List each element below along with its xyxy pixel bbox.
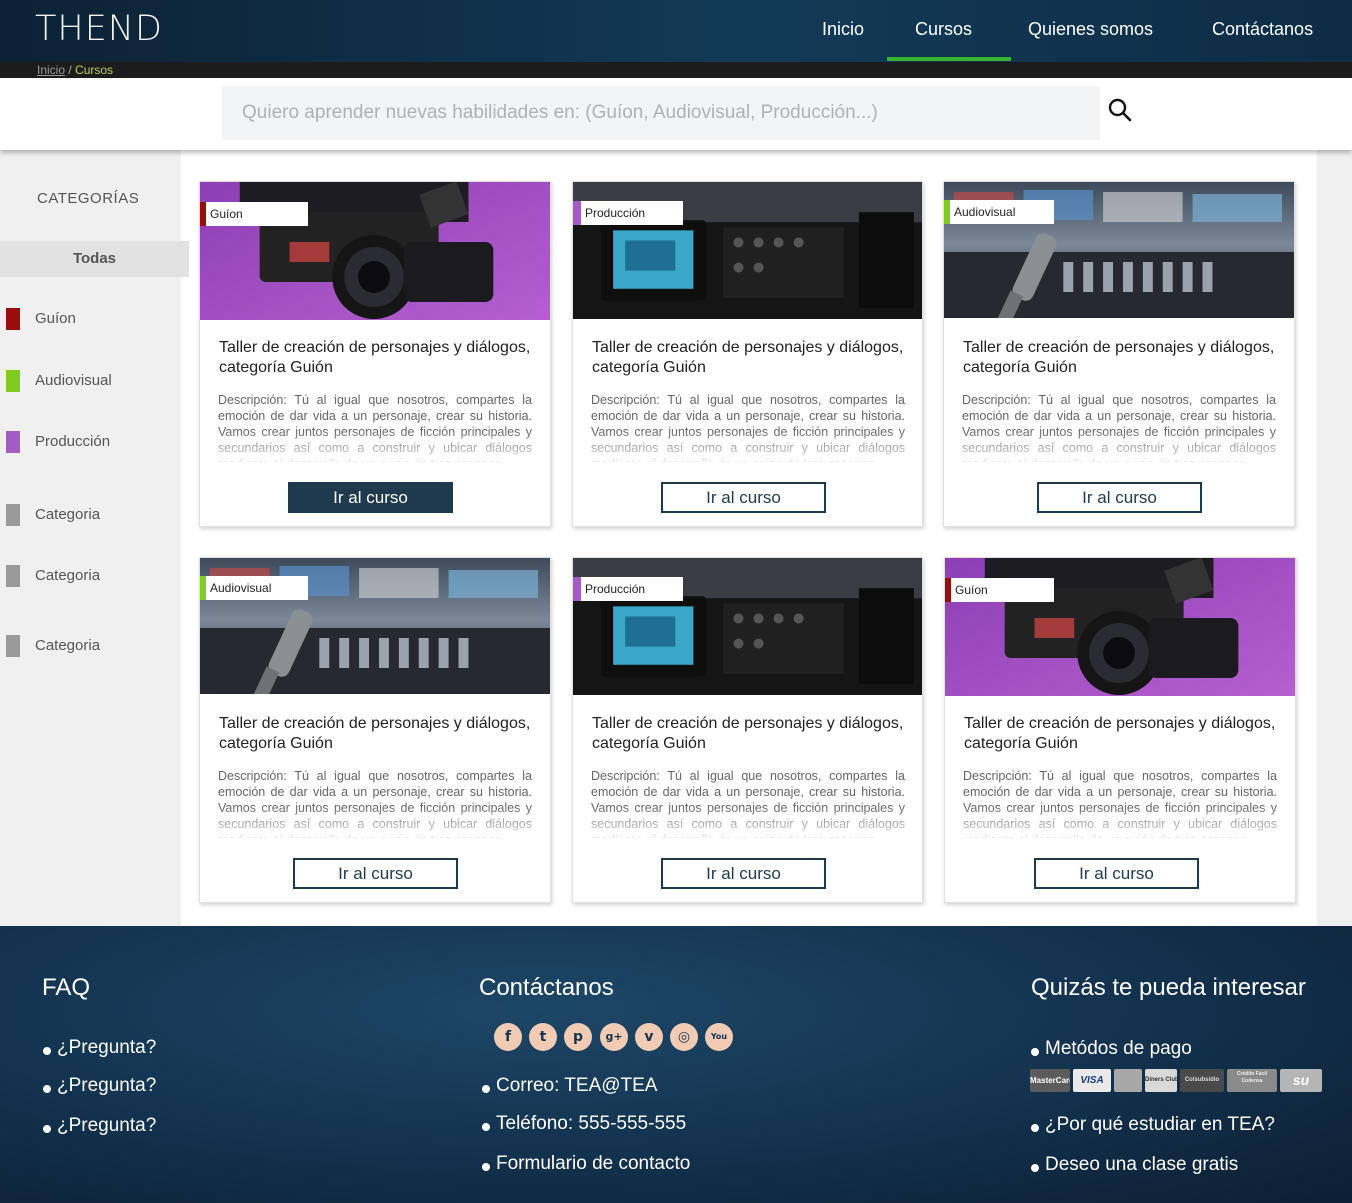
active-nav-indicator [887, 57, 1011, 61]
right-margin [1317, 150, 1352, 926]
faq-item[interactable]: ¿Pregunta? [42, 1115, 156, 1137]
faq-title: FAQ [42, 974, 91, 1001]
category-color [6, 370, 20, 392]
why-study-link[interactable]: ¿Por qué estudiar en TEA? [1031, 1114, 1275, 1136]
free-class-link[interactable]: Deseo una clase gratis [1030, 1154, 1238, 1176]
breadcrumb: Inicio / Cursos [37, 63, 113, 77]
course-description: Descripción: Tú al igual que nosotros, c… [591, 769, 905, 838]
tag-color [573, 577, 581, 601]
nav-quienes-somos[interactable]: Quienes somos [1028, 19, 1153, 40]
course-description: Descripción: Tú al igual que nosotros, c… [962, 393, 1276, 462]
nav-inicio[interactable]: Inicio [822, 19, 864, 40]
tag-color [945, 578, 951, 602]
search-bar [0, 78, 1352, 150]
vimeo-icon[interactable]: v [635, 1023, 663, 1051]
payment-methods-link[interactable]: Metódos de pago [1031, 1038, 1192, 1060]
twitter-icon[interactable]: t [529, 1023, 557, 1051]
tag-color [200, 202, 206, 226]
tag-label: Producción [585, 206, 646, 220]
tag-label: Guíon [955, 583, 988, 597]
pinterest-icon[interactable]: p [564, 1023, 592, 1051]
mastercard-logo: MasterCard [1030, 1069, 1070, 1092]
category-color [6, 431, 20, 453]
category-color [6, 504, 20, 526]
codensa-logo: Crédito Fácil Codensa [1227, 1069, 1277, 1092]
go-to-course-button[interactable]: Ir al curso [1034, 858, 1199, 889]
breadcrumb-home[interactable]: Inicio [37, 63, 65, 77]
go-to-course-button[interactable]: Ir al curso [1037, 482, 1202, 513]
payment-logos: MasterCard VISA Diners Club Colsubsidio … [1030, 1069, 1324, 1093]
facebook-icon[interactable]: f [494, 1023, 522, 1051]
nav-cursos[interactable]: Cursos [915, 19, 972, 40]
category-label: Audiovisual [35, 372, 112, 389]
contact-title: Contáctanos [479, 974, 614, 1001]
visa-logo: VISA [1073, 1069, 1111, 1092]
course-card: Guíon Taller de creación de personajes y… [944, 557, 1296, 903]
interest-title: Quizás te pueda interesar [1031, 974, 1306, 1001]
category-tag: Audiovisual [944, 200, 1054, 224]
faq-item[interactable]: ¿Pregunta? [42, 1037, 156, 1059]
category-tag: Producción [573, 201, 683, 225]
contact-form-link[interactable]: Formulario de contacto [481, 1153, 690, 1175]
course-card: Audiovisual Taller de creación de person… [943, 181, 1295, 527]
course-description: Descripción: Tú al igual que nosotros, c… [591, 393, 905, 462]
category-label: Categoria [35, 637, 101, 654]
course-title: Taller de creación de personajes y diálo… [219, 715, 531, 752]
contact-email[interactable]: Correo: TEA@TEA [481, 1075, 657, 1097]
colsubsidio-logo: Colsubsidio [1180, 1069, 1224, 1092]
search-icon[interactable] [1107, 97, 1133, 123]
category-color [6, 308, 20, 330]
course-description: Descripción: Tú al igual que nosotros, c… [218, 769, 532, 838]
top-navbar: THEND Inicio Cursos Quienes somos Contác… [0, 0, 1352, 62]
tag-color [573, 201, 581, 225]
breadcrumb-current: Cursos [75, 63, 114, 77]
instagram-icon[interactable]: ◎ [670, 1023, 698, 1051]
contact-phone[interactable]: Teléfono: 555-555-555 [481, 1113, 686, 1135]
search-input[interactable] [222, 86, 1100, 140]
diners-club-logo: Diners Club [1145, 1069, 1177, 1092]
breadcrumb-bar: Inicio / Cursos [0, 62, 1352, 78]
category-color [6, 635, 20, 657]
su-logo: su [1280, 1069, 1322, 1092]
logo[interactable]: THEND [35, 9, 163, 49]
go-to-course-button[interactable]: Ir al curso [288, 482, 453, 513]
youtube-icon[interactable]: You [705, 1023, 733, 1051]
category-all[interactable]: Todas [0, 241, 189, 277]
bank-card-logo [1114, 1069, 1142, 1092]
category-tag: Guíon [945, 578, 1054, 602]
categories-title: CATEGORÍAS [37, 190, 140, 207]
course-description: Descripción: Tú al igual que nosotros, c… [963, 769, 1277, 838]
category-label: Categoria [35, 567, 101, 584]
course-title: Taller de creación de personajes y diálo… [592, 715, 904, 752]
course-card: Producción Taller de creación de persona… [572, 557, 923, 903]
course-title: Taller de creación de personajes y diálo… [592, 339, 904, 376]
google-plus-icon[interactable]: g+ [600, 1023, 628, 1051]
course-description: Descripción: Tú al igual que nosotros, c… [218, 393, 532, 462]
course-title: Taller de creación de personajes y diálo… [219, 339, 531, 376]
category-label: Guíon [35, 310, 76, 327]
category-tag: Producción [573, 577, 683, 601]
course-title: Taller de creación de personajes y diálo… [964, 715, 1276, 752]
tag-color [944, 200, 950, 224]
course-title: Taller de creación de personajes y diálo… [963, 339, 1275, 376]
course-card: Guíon Taller de creación de personajes y… [199, 181, 551, 527]
tag-color [200, 576, 206, 600]
course-card: Audiovisual Taller de creación de person… [199, 557, 551, 903]
category-tag: Guíon [200, 202, 308, 226]
course-card: Producción Taller de creación de persona… [572, 181, 923, 527]
go-to-course-button[interactable]: Ir al curso [293, 858, 458, 889]
category-label: Producción [35, 433, 111, 450]
faq-item[interactable]: ¿Pregunta? [42, 1075, 156, 1097]
tag-label: Producción [585, 582, 646, 596]
category-tag: Audiovisual [200, 576, 308, 600]
breadcrumb-separator: / [65, 63, 76, 77]
nav-contactanos[interactable]: Contáctanos [1212, 19, 1313, 40]
category-color [6, 565, 20, 587]
go-to-course-button[interactable]: Ir al curso [661, 858, 826, 889]
category-label: Categoria [35, 506, 101, 523]
go-to-course-button[interactable]: Ir al curso [661, 482, 826, 513]
tag-label: Audiovisual [954, 205, 1016, 219]
tag-label: Audiovisual [210, 581, 272, 595]
tag-label: Guíon [210, 207, 243, 221]
